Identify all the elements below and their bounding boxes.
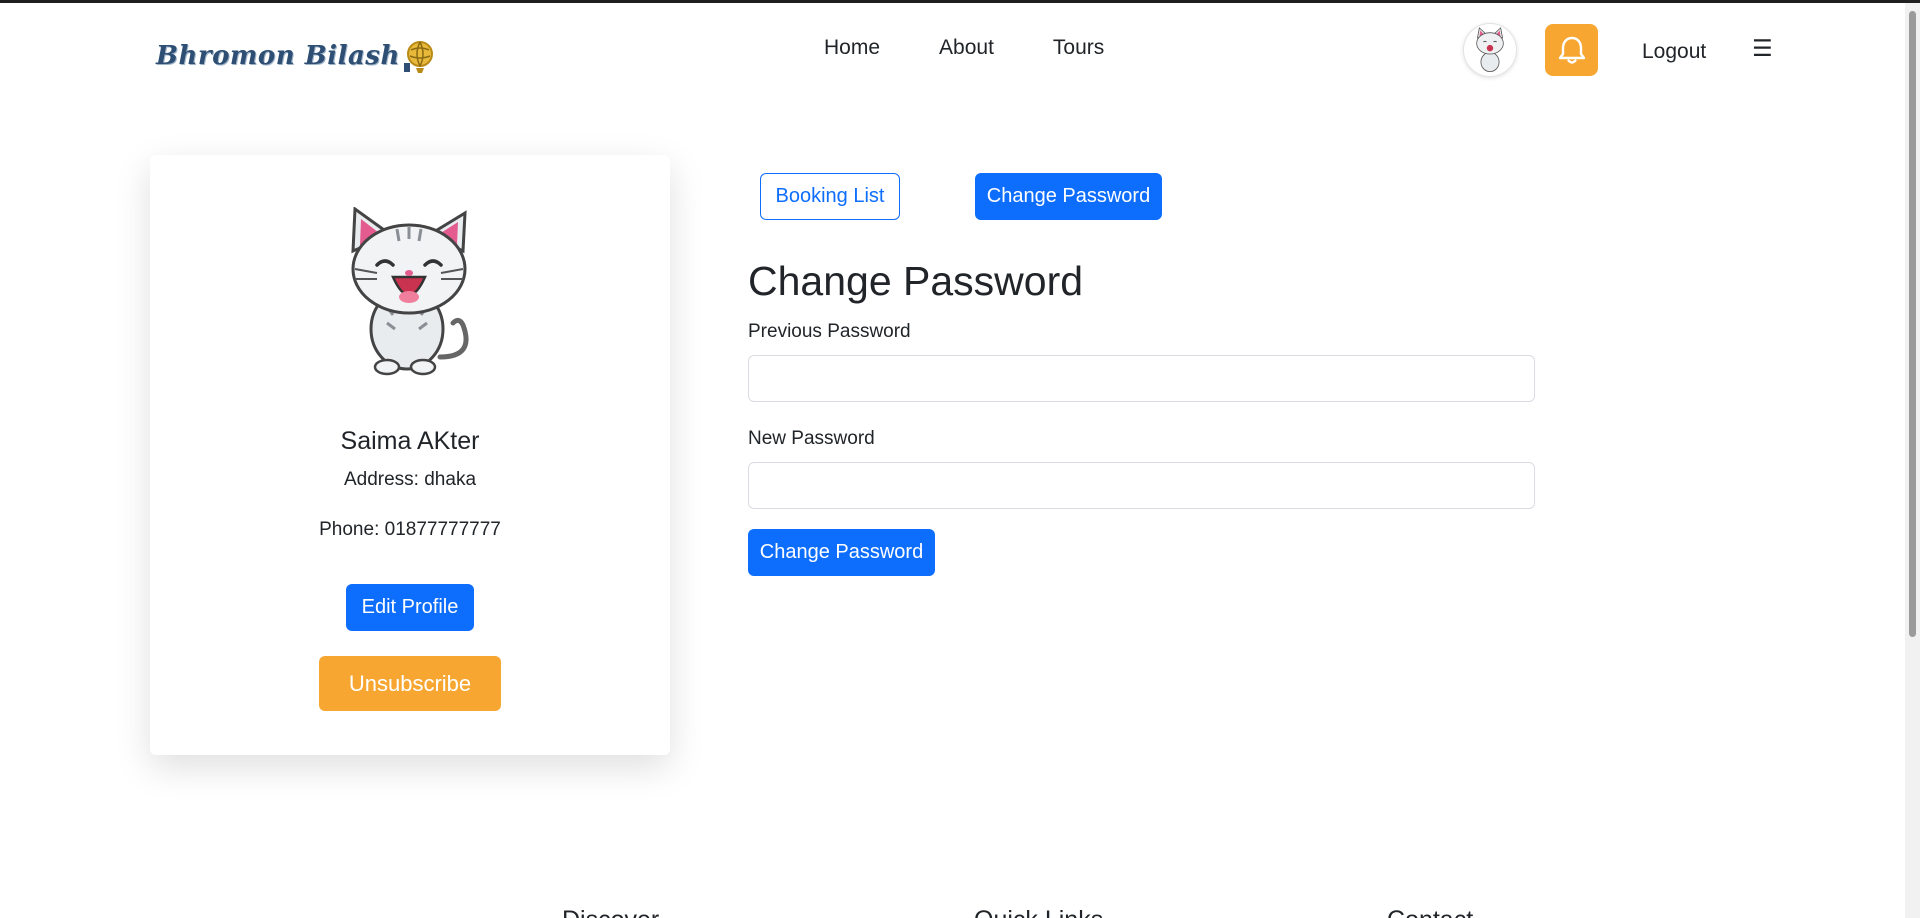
tab-change-password[interactable]: Change Password [975, 173, 1162, 220]
footer: Discover Quick Links Contact [0, 900, 1905, 918]
logout-link[interactable]: Logout [1642, 40, 1706, 64]
edit-profile-button[interactable]: Edit Profile [346, 584, 474, 631]
nav-about-link[interactable]: About [939, 36, 994, 60]
change-password-title: Change Password [748, 258, 1084, 304]
footer-heading-quick-links: Quick Links [974, 906, 1103, 918]
change-password-submit-button[interactable]: Change Password [748, 529, 935, 576]
footer-heading-contact: Contact [1387, 906, 1473, 918]
notification-bell-button[interactable] [1545, 24, 1598, 76]
page-scrollbar[interactable] [1905, 3, 1920, 918]
main-nav: Home About Tours [824, 36, 1163, 60]
bell-icon [1558, 36, 1585, 64]
tab-booking-list[interactable]: Booking List [760, 173, 900, 220]
unsubscribe-button[interactable]: Unsubscribe [319, 656, 501, 711]
globe-icon [403, 41, 433, 73]
profile-address: Address: dhaka [343, 469, 477, 490]
user-avatar[interactable] [1463, 23, 1517, 77]
profile-name: Saima AKter [340, 427, 480, 455]
hamburger-menu-icon[interactable]: ☰ [1752, 35, 1773, 62]
brand-name: Bhromon Bilash [156, 41, 400, 71]
previous-password-label: Previous Password [748, 321, 911, 342]
brand-logo[interactable]: Bhromon Bilash [156, 37, 436, 75]
profile-card: Saima AKter Address: dhaka Phone: 018777… [150, 155, 670, 755]
cat-avatar-icon [1476, 27, 1504, 72]
new-password-input[interactable] [748, 462, 1535, 509]
navbar: Bhromon Bilash Home About Tours Logout ☰ [0, 3, 1905, 98]
cat-avatar-icon [351, 207, 469, 376]
scrollbar-thumb[interactable] [1909, 11, 1916, 637]
footer-heading-discover: Discover [562, 906, 659, 918]
nav-tours-link[interactable]: Tours [1053, 36, 1104, 60]
profile-phone: Phone: 01877777777 [319, 519, 501, 540]
previous-password-input[interactable] [748, 355, 1535, 402]
nav-home-link[interactable]: Home [824, 36, 880, 60]
new-password-label: New Password [748, 428, 875, 449]
